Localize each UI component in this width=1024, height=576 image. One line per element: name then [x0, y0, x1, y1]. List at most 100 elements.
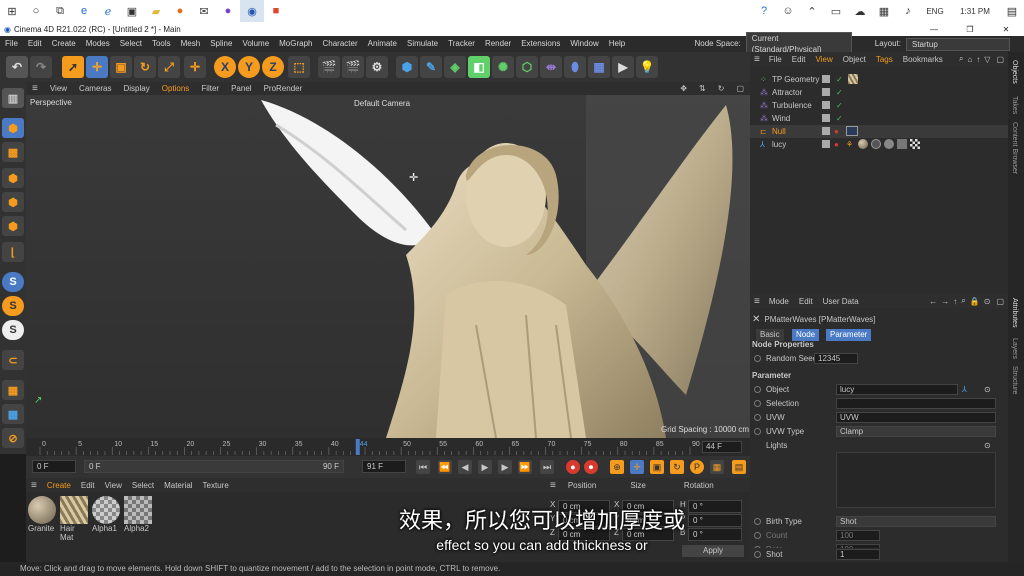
menu-modes[interactable]: Modes: [81, 36, 115, 52]
visibility-toggle[interactable]: [822, 88, 830, 96]
search-icon[interactable]: ⌕: [959, 296, 967, 306]
deformer-icon[interactable]: ⇹: [540, 56, 562, 78]
lang-indicator[interactable]: ENG: [920, 0, 950, 22]
render-view-icon[interactable]: 🎬: [318, 56, 340, 78]
axis-mode-icon[interactable]: ⌊: [2, 242, 24, 262]
grid-icon[interactable]: ▦: [2, 404, 24, 424]
shot-field[interactable]: 1: [836, 549, 880, 560]
polygons-mode-icon[interactable]: ⬢: [2, 216, 24, 236]
rotate-tool-icon[interactable]: ↻: [134, 56, 156, 78]
filter-icon[interactable]: ▽: [982, 55, 992, 64]
timeline-icon[interactable]: ▤: [732, 460, 746, 474]
menu-spline[interactable]: Spline: [205, 36, 237, 52]
next-frame-icon[interactable]: ▶: [498, 460, 512, 474]
edges-mode-icon[interactable]: ⬢: [2, 192, 24, 212]
menu-mesh[interactable]: Mesh: [176, 36, 206, 52]
viewport-menu-cameras[interactable]: Cameras: [73, 82, 117, 95]
up-arrow-icon[interactable]: ↑: [974, 55, 982, 64]
settings-icon[interactable]: ⊙: [982, 297, 993, 306]
disabled-dot-icon[interactable]: ●: [834, 138, 839, 151]
visibility-toggle[interactable]: [822, 127, 830, 135]
attr-menu-mode[interactable]: Mode: [764, 297, 794, 306]
new-window-icon[interactable]: ▢: [992, 297, 1008, 306]
start-frame-field[interactable]: 0 F: [32, 460, 76, 473]
enabled-check-icon[interactable]: ✓: [836, 86, 843, 99]
mat-menu-edit[interactable]: Edit: [76, 481, 100, 490]
timeline-ruler[interactable]: 0 5 10 15 20 25 30 35 40 44 50 55 60 65 70 75 80 85 90 44 …: [26, 438, 750, 456]
hamburger-icon[interactable]: ≡: [546, 480, 560, 491]
live-select-icon[interactable]: ➚: [62, 56, 84, 78]
object-link-field[interactable]: lucy: [836, 384, 958, 395]
firefox-icon[interactable]: ●: [168, 0, 192, 22]
attr-menu-edit[interactable]: Edit: [794, 297, 818, 306]
prev-key-icon[interactable]: ⏪: [438, 460, 452, 474]
new-window-icon[interactable]: ▢: [992, 55, 1008, 64]
search-circle-icon[interactable]: ○: [24, 0, 48, 22]
menu-character[interactable]: Character: [318, 36, 363, 52]
prev-frame-icon[interactable]: ◀: [458, 460, 472, 474]
menu-volume[interactable]: Volume: [237, 36, 274, 52]
obj-menu-view[interactable]: View: [811, 55, 838, 64]
mat-menu-select[interactable]: Select: [127, 481, 159, 490]
perspective-viewport[interactable]: Perspective Default Camera ✛ ↗ Grid Spac…: [26, 95, 750, 438]
viewport-menu-filter[interactable]: Filter: [195, 82, 225, 95]
magnet-icon[interactable]: ⊂: [2, 350, 24, 370]
hamburger-icon[interactable]: ≡: [26, 82, 44, 95]
capture-icon[interactable]: ■: [264, 0, 288, 22]
network-icon[interactable]: ▦: [872, 0, 896, 22]
key-pla-icon[interactable]: ▦: [710, 460, 724, 474]
selection-field[interactable]: [836, 398, 996, 409]
edge-icon[interactable]: e: [72, 0, 96, 22]
redo-icon[interactable]: ↷: [30, 56, 52, 78]
forward-arrow-icon[interactable]: →: [939, 297, 951, 306]
tag-material-icon[interactable]: [897, 139, 907, 149]
menu-mograph[interactable]: MoGraph: [274, 36, 317, 52]
radio-icon[interactable]: [754, 551, 761, 558]
subdivision-icon[interactable]: ◈: [444, 56, 466, 78]
goto-end-icon[interactable]: ⏭: [540, 460, 554, 474]
start-icon[interactable]: ⊞: [0, 0, 24, 22]
tag-phong-icon[interactable]: ⚘: [846, 138, 853, 151]
cinema4d-icon[interactable]: ◉: [240, 0, 264, 22]
radio-icon[interactable]: [754, 355, 761, 362]
mat-menu-create[interactable]: Create: [42, 481, 76, 490]
tab-objects[interactable]: Objects: [1011, 60, 1018, 84]
spline-field-icon[interactable]: ⬮: [564, 56, 586, 78]
end-frame-field[interactable]: 91 F: [362, 460, 406, 473]
extrude-icon[interactable]: ◧: [468, 56, 490, 78]
menu-select[interactable]: Select: [115, 36, 147, 52]
volume-icon[interactable]: ♪: [896, 0, 920, 22]
camera-icon[interactable]: ▶: [612, 56, 634, 78]
close-button[interactable]: ✕: [988, 25, 1024, 34]
tab-layers[interactable]: Layers: [1011, 338, 1018, 359]
tag-checker-icon[interactable]: [910, 139, 920, 149]
lights-list[interactable]: [836, 452, 996, 508]
people-icon[interactable]: ☺: [776, 0, 800, 22]
menu-render[interactable]: Render: [480, 36, 516, 52]
viewport-menu-prorender[interactable]: ProRender: [258, 82, 309, 95]
snap-settings-icon[interactable]: S: [2, 296, 24, 316]
menu-extensions[interactable]: Extensions: [516, 36, 565, 52]
viewport-menu-view[interactable]: View: [44, 82, 73, 95]
viewport-rotate-icon[interactable]: ↻: [712, 82, 731, 95]
make-editable-icon[interactable]: ▥: [2, 88, 24, 108]
menu-tools[interactable]: Tools: [147, 36, 176, 52]
battery-icon[interactable]: ▭: [824, 0, 848, 22]
disabled-dot-icon[interactable]: ●: [834, 125, 839, 138]
uvw-field[interactable]: UVW: [836, 412, 996, 423]
workplane-icon[interactable]: ▦: [2, 380, 24, 400]
hamburger-icon[interactable]: ≡: [750, 296, 764, 307]
chevron-up-icon[interactable]: ⌃: [800, 0, 824, 22]
model-mode-icon[interactable]: ⬢: [2, 118, 24, 138]
random-seed-field[interactable]: 12345: [814, 353, 858, 364]
obj-menu-tags[interactable]: Tags: [871, 55, 898, 64]
cloner-icon[interactable]: ✺: [492, 56, 514, 78]
keyframe-selection-icon[interactable]: ⊕: [610, 460, 624, 474]
timeline-playhead[interactable]: [355, 439, 360, 455]
points-mode-icon[interactable]: ⬢: [2, 168, 24, 188]
viewport-zoom-icon[interactable]: ⇅: [693, 82, 712, 95]
menu-help[interactable]: Help: [604, 36, 630, 52]
key-position-icon[interactable]: ✛: [630, 460, 644, 474]
viewport-menu-display[interactable]: Display: [118, 82, 156, 95]
range-slider[interactable]: 0 F 90 F: [84, 460, 344, 473]
